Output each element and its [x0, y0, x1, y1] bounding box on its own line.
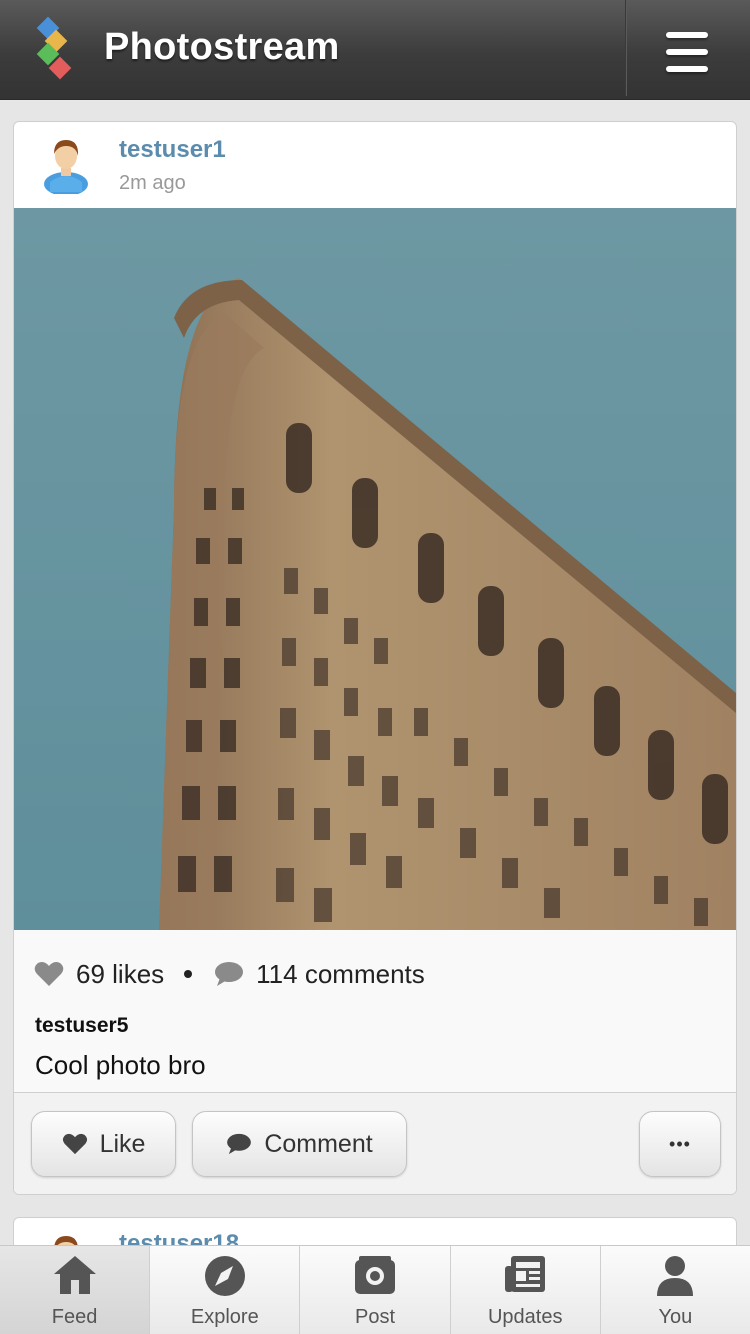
- likes-count[interactable]: 69 likes: [76, 959, 164, 990]
- stats-row: 69 likes 114 comments: [34, 956, 425, 992]
- bottom-tab-bar: Feed Explore Post Updates You: [0, 1245, 750, 1334]
- post-username[interactable]: testuser1: [119, 136, 226, 164]
- comment-bubble-icon: [215, 962, 244, 986]
- more-options-label: •••: [669, 1133, 691, 1154]
- post-card: testuser1 2m ago 69 likes 114 comments t…: [13, 121, 737, 1195]
- post-timestamp: 2m ago: [119, 172, 186, 194]
- tab-label: Explore: [190, 1306, 259, 1328]
- comment-bubble-icon: [227, 1133, 252, 1155]
- tab-post[interactable]: Post: [300, 1246, 451, 1334]
- compass-icon: [204, 1256, 245, 1296]
- more-options-button[interactable]: •••: [639, 1111, 721, 1177]
- comment-button-label: Comment: [264, 1129, 373, 1158]
- like-button[interactable]: Like: [31, 1111, 176, 1177]
- heart-icon: [34, 962, 64, 986]
- post-photo[interactable]: [14, 208, 736, 930]
- camera-icon: [355, 1256, 395, 1294]
- comment-username[interactable]: testuser5: [35, 1014, 128, 1038]
- user-icon: [657, 1256, 694, 1296]
- like-button-label: Like: [99, 1129, 146, 1158]
- heart-icon: [62, 1133, 87, 1155]
- tab-label: Feed: [51, 1306, 98, 1328]
- hamburger-menu-icon[interactable]: [662, 30, 712, 74]
- comments-count[interactable]: 114 comments: [256, 959, 425, 990]
- tab-explore[interactable]: Explore: [150, 1246, 301, 1334]
- post-stats: 69 likes 114 comments testuser5 Cool pho…: [14, 930, 736, 1094]
- tab-you[interactable]: You: [601, 1246, 750, 1334]
- comment-button[interactable]: Comment: [192, 1111, 407, 1177]
- comment-text: Cool photo bro: [35, 1050, 206, 1080]
- app-title: Photostream: [104, 26, 340, 68]
- header-divider: [625, 0, 627, 96]
- post-actions: Like Comment •••: [14, 1092, 736, 1194]
- tab-label: Updates: [487, 1306, 563, 1328]
- tab-updates[interactable]: Updates: [451, 1246, 601, 1334]
- avatar[interactable]: [42, 134, 90, 194]
- tab-feed[interactable]: Feed: [0, 1246, 151, 1334]
- tab-label: Post: [354, 1306, 396, 1328]
- home-icon: [53, 1256, 96, 1294]
- stat-separator: [184, 970, 193, 978]
- app-header: Photostream: [0, 0, 750, 100]
- diamond-logo-icon: [36, 16, 72, 80]
- newspaper-icon: [505, 1256, 546, 1292]
- tab-label: You: [658, 1306, 693, 1328]
